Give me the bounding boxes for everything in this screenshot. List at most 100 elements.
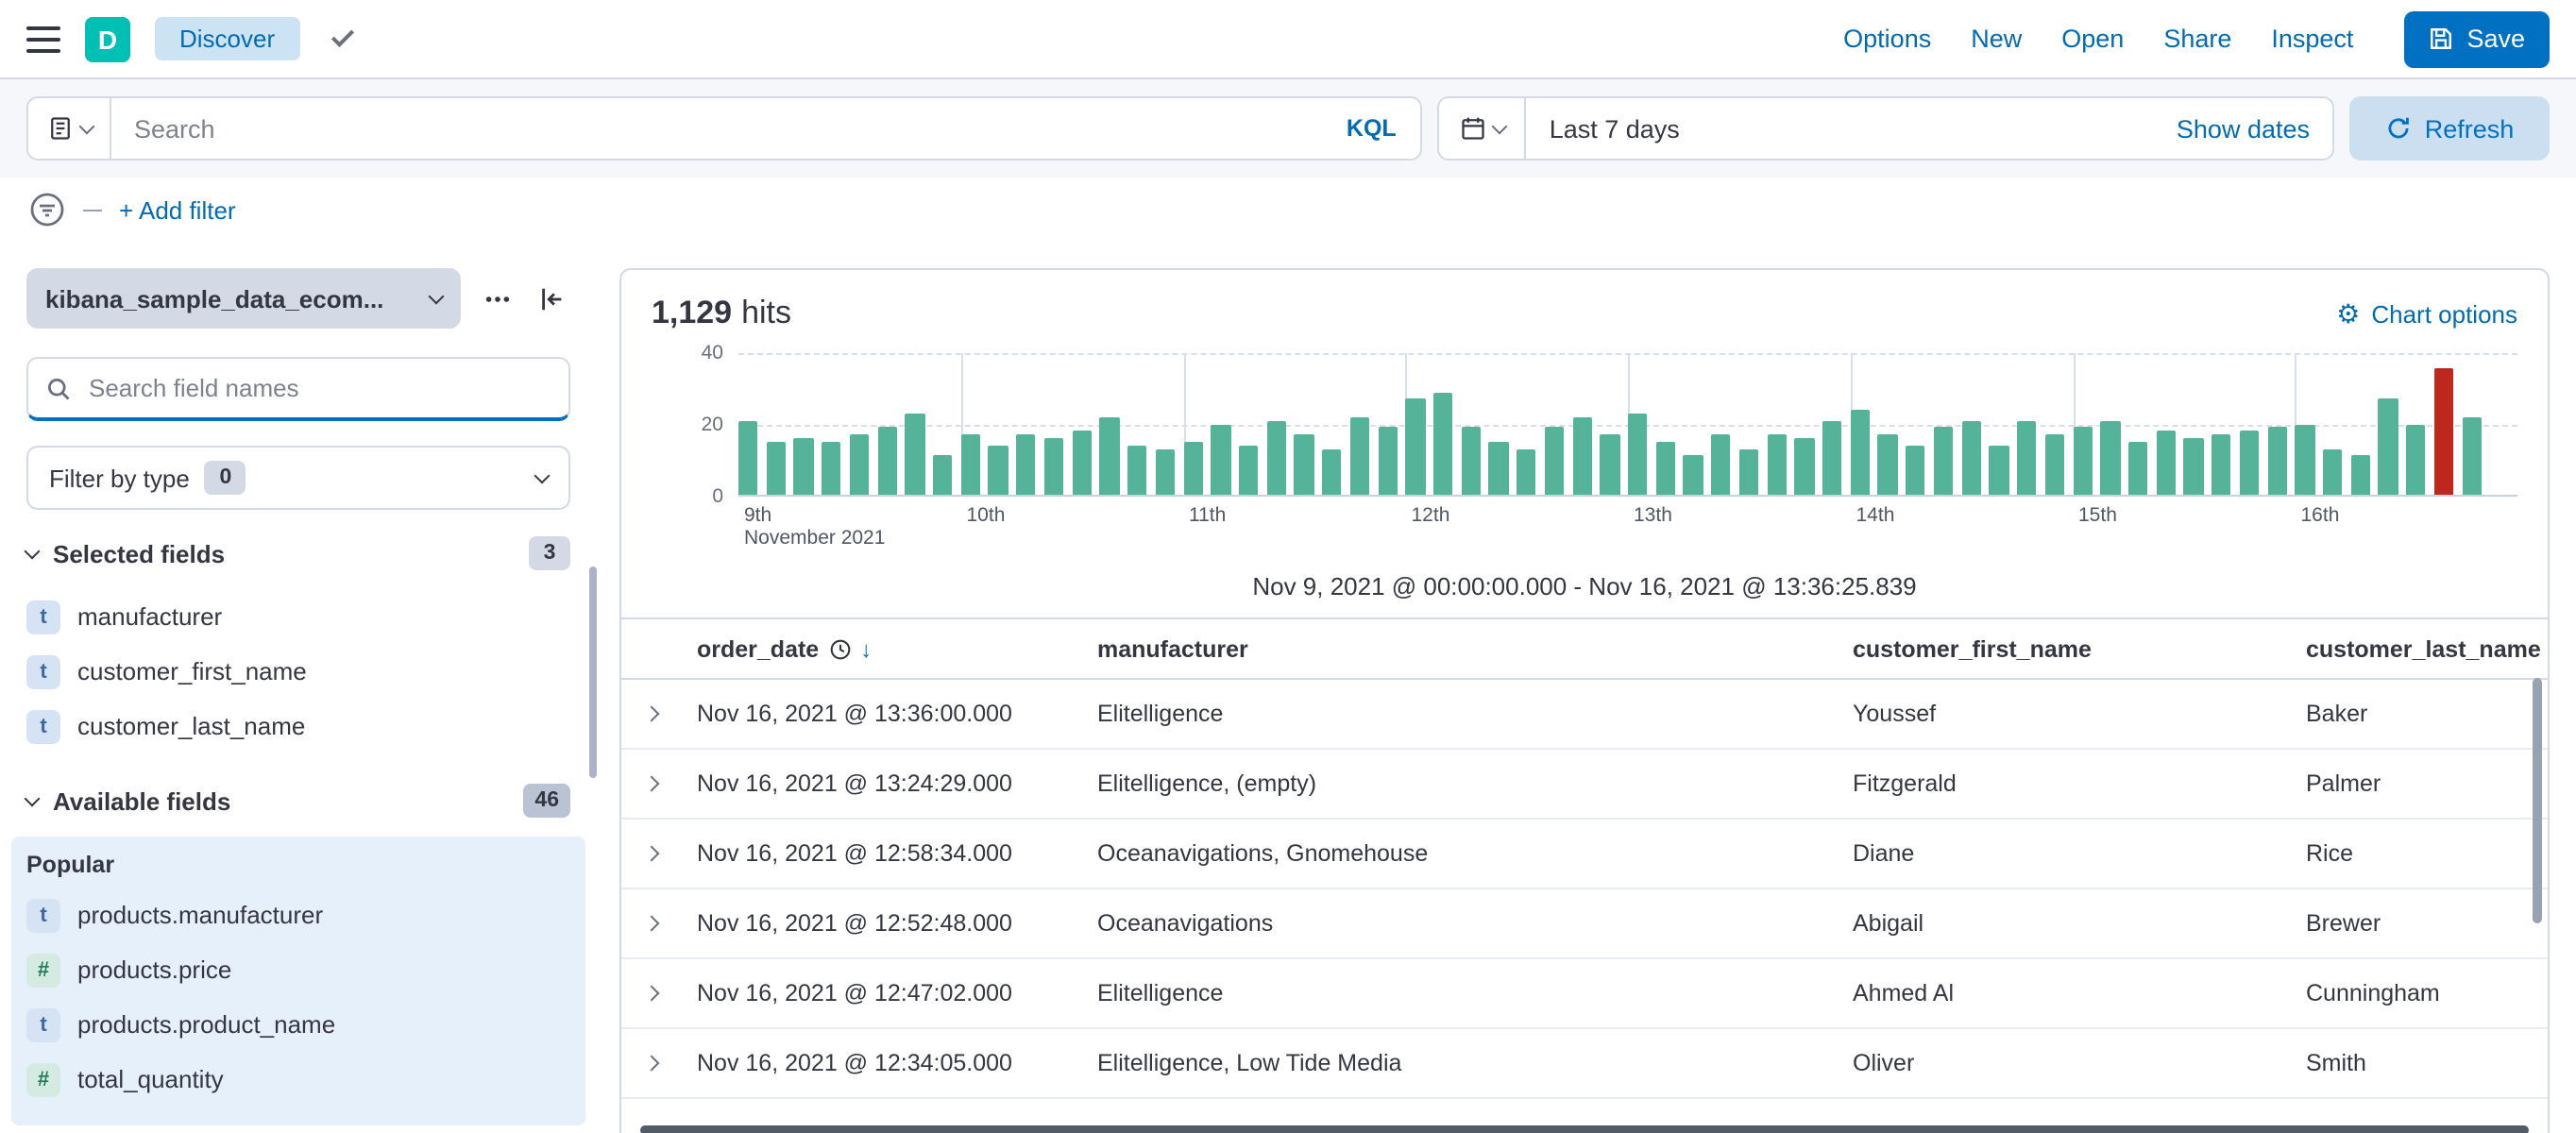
histogram-bar[interactable] — [1767, 434, 1787, 495]
histogram-bar[interactable] — [1156, 448, 1176, 495]
histogram-bar[interactable] — [1711, 434, 1731, 495]
table-vertical-scrollbar[interactable] — [2533, 678, 2542, 923]
histogram-bar[interactable] — [2323, 448, 2343, 495]
histogram-bar[interactable] — [2406, 424, 2426, 495]
column-header-customer_first_name[interactable]: customer_first_name — [1853, 635, 2306, 662]
histogram-bar[interactable] — [1127, 446, 1147, 496]
field-search-input[interactable] — [26, 357, 570, 421]
selected-fields-header[interactable]: Selected fields 3 — [26, 536, 570, 570]
field-item-customer_last_name[interactable]: tcustomer_last_name — [26, 699, 570, 753]
nav-link-options[interactable]: Options — [1843, 25, 1931, 53]
histogram-bar[interactable] — [1517, 448, 1536, 495]
histogram-bar[interactable] — [1851, 410, 1871, 495]
sidebar-scrollbar[interactable] — [589, 566, 597, 778]
histogram-bar[interactable] — [2350, 456, 2370, 495]
histogram-bar[interactable] — [2184, 438, 2204, 495]
column-header-customer_last_name[interactable]: customer_last_name — [2306, 635, 2548, 662]
expand-row-button[interactable] — [640, 1057, 697, 1069]
save-button[interactable]: Save — [2404, 10, 2550, 67]
current-time-bar[interactable] — [2434, 367, 2454, 495]
histogram-bar[interactable] — [1489, 442, 1509, 495]
histogram-bar[interactable] — [1906, 446, 1925, 496]
histogram-bar[interactable] — [2073, 428, 2093, 495]
histogram-bar[interactable] — [1016, 434, 1036, 495]
table-horizontal-scrollbar[interactable] — [640, 1125, 2529, 1133]
histogram-bar[interactable] — [1961, 420, 1981, 495]
histogram-bar[interactable] — [2156, 431, 2176, 496]
nav-link-inspect[interactable]: Inspect — [2271, 25, 2353, 53]
histogram-bar[interactable] — [1545, 428, 1565, 495]
sort-descending-icon[interactable]: ↓ — [860, 635, 872, 662]
histogram-bar[interactable] — [1322, 448, 1342, 495]
field-item-manufacturer[interactable]: tmanufacturer — [26, 589, 570, 644]
histogram-bar[interactable] — [877, 428, 897, 495]
index-options-button[interactable] — [480, 280, 516, 316]
histogram-bar[interactable] — [1628, 414, 1648, 495]
histogram-bar[interactable] — [822, 442, 841, 495]
histogram-bar[interactable] — [1266, 420, 1286, 495]
histogram-bar[interactable] — [1433, 392, 1453, 495]
histogram-bar[interactable] — [1878, 434, 1898, 495]
histogram-bar[interactable] — [1350, 417, 1370, 496]
histogram-bar[interactable] — [794, 438, 814, 495]
app-logo[interactable]: D — [85, 16, 130, 61]
histogram-bar[interactable] — [1239, 446, 1259, 496]
histogram-bar[interactable] — [2128, 442, 2148, 495]
expand-row-button[interactable] — [640, 848, 697, 859]
histogram-bar[interactable] — [961, 434, 981, 495]
histogram-bar[interactable] — [2296, 424, 2315, 495]
histogram-bar[interactable] — [1183, 442, 1203, 495]
histogram-bar[interactable] — [906, 414, 925, 495]
field-item-customer_first_name[interactable]: tcustomer_first_name — [26, 644, 570, 699]
filter-by-type-select[interactable]: Filter by type 0 — [26, 446, 570, 510]
histogram-bar[interactable] — [1211, 424, 1230, 495]
histogram-bar[interactable] — [2045, 434, 2065, 495]
date-picker-calendar-button[interactable] — [1440, 98, 1527, 159]
column-header-order_date[interactable]: order_date↓ — [697, 635, 1097, 662]
histogram-bar[interactable] — [1295, 434, 1314, 495]
query-language-button[interactable]: KQL — [1322, 115, 1421, 142]
histogram-bar[interactable] — [1406, 399, 1426, 495]
filter-icon[interactable] — [28, 191, 66, 228]
menu-hamburger-button[interactable] — [26, 25, 60, 52]
histogram-bar[interactable] — [1739, 448, 1759, 495]
histogram-bar[interactable] — [2100, 420, 2120, 495]
histogram-bar[interactable] — [1684, 456, 1703, 495]
histogram-bar[interactable] — [1655, 442, 1675, 495]
collapse-sidebar-button[interactable] — [534, 280, 570, 316]
expand-row-button[interactable] — [640, 918, 697, 929]
expand-row-button[interactable] — [640, 778, 697, 789]
expand-row-button[interactable] — [640, 708, 697, 719]
histogram-bar[interactable] — [933, 456, 953, 495]
histogram-bar[interactable] — [1934, 428, 1954, 495]
expand-row-button[interactable] — [640, 988, 697, 999]
histogram-bar[interactable] — [1100, 417, 1120, 496]
histogram-bar[interactable] — [1822, 420, 1842, 495]
histogram-bar[interactable] — [1990, 446, 2009, 496]
histogram-bar[interactable] — [2379, 399, 2398, 495]
index-pattern-select[interactable]: kibana_sample_data_ecom... — [26, 268, 461, 329]
field-item-products.price[interactable]: #products.price — [26, 942, 570, 997]
histogram-bar[interactable] — [766, 442, 786, 495]
show-dates-link[interactable]: Show dates — [2154, 114, 2332, 143]
nav-link-open[interactable]: Open — [2061, 25, 2124, 53]
nav-link-new[interactable]: New — [1971, 25, 2022, 53]
histogram-bar[interactable] — [738, 420, 758, 495]
add-filter-link[interactable]: + Add filter — [119, 195, 236, 224]
histogram-bar[interactable] — [1572, 417, 1592, 496]
time-range-value[interactable]: Last 7 days — [1527, 114, 1703, 143]
histogram-bar[interactable] — [1461, 428, 1481, 495]
saved-query-menu-button[interactable] — [28, 98, 111, 159]
histogram-bar[interactable] — [850, 434, 870, 495]
available-fields-header[interactable]: Available fields 46 — [26, 784, 570, 818]
histogram-bar[interactable] — [1378, 428, 1398, 495]
histogram-bar[interactable] — [2017, 420, 2037, 495]
histogram-bar[interactable] — [2267, 428, 2287, 495]
nav-link-share[interactable]: Share — [2163, 25, 2231, 53]
chart-options-link[interactable]: ⚙ Chart options — [2336, 299, 2517, 328]
histogram-bar[interactable] — [1601, 434, 1620, 495]
histogram-bar[interactable] — [1795, 438, 1815, 495]
histogram-bar[interactable] — [1072, 431, 1092, 496]
field-item-products.product_name[interactable]: tproducts.product_name — [26, 997, 570, 1052]
refresh-button[interactable]: Refresh — [2349, 96, 2550, 161]
